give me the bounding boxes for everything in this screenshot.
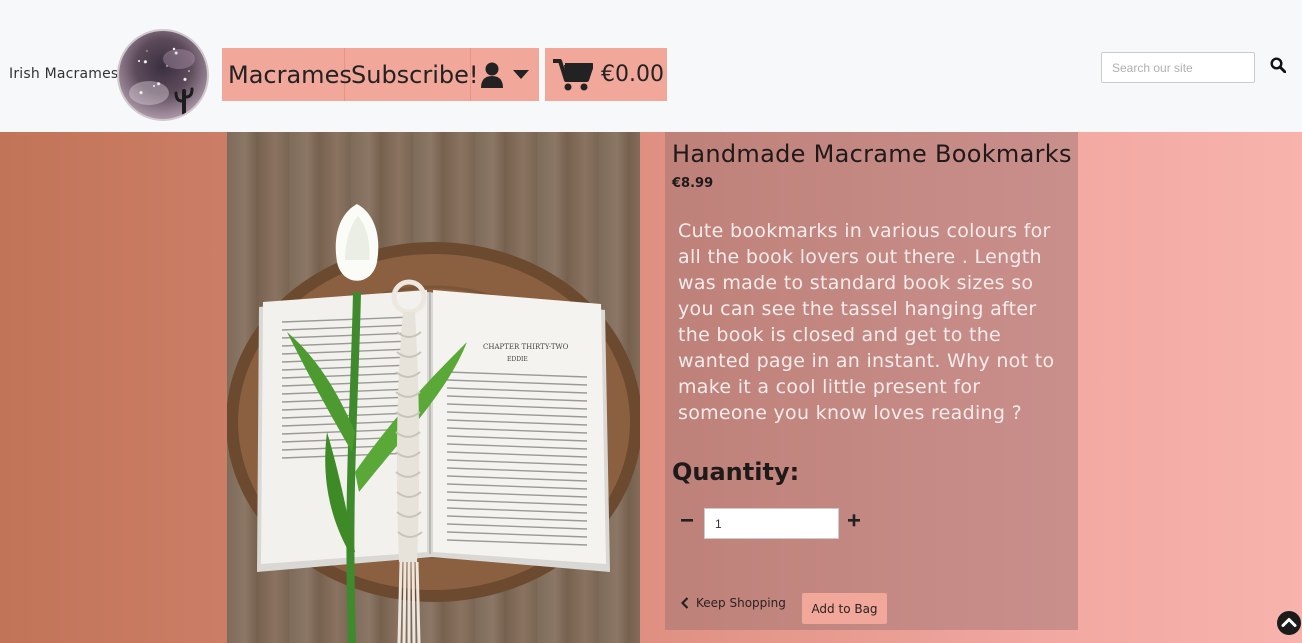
search-icon[interactable] — [1270, 57, 1286, 73]
user-icon — [481, 62, 503, 88]
cactus-icon — [129, 47, 195, 115]
search-input[interactable] — [1101, 52, 1255, 83]
product-title: Handmade Macrame Bookmarks — [672, 140, 1072, 168]
product-description: Cute bookmarks in various colours for al… — [678, 220, 1055, 424]
brand-name[interactable]: Irish Macrames — [9, 66, 118, 82]
product-price: €8.99 — [672, 176, 714, 191]
book-chapter-sub: EDDIE — [507, 356, 528, 363]
product-details: Handmade Macrame Bookmarks €8.99 Cute bo… — [665, 132, 1078, 630]
caret-down-icon — [513, 69, 529, 79]
chevron-circle-up-icon[interactable] — [1276, 610, 1302, 636]
shopping-cart-icon — [553, 58, 593, 90]
chevron-left-icon — [681, 597, 689, 609]
product-image: CHAPTER THIRTY-TWO EDDIE — [227, 132, 640, 643]
main-nav: Macrames Subscribe! — [222, 48, 539, 101]
nav-subscribe-link[interactable]: Subscribe! — [345, 48, 479, 101]
plus-icon[interactable] — [847, 512, 861, 528]
site-header: Irish Macrames Macrames Subscribe! €0.00… — [0, 0, 1302, 132]
logo-image[interactable] — [117, 29, 209, 121]
keep-shopping-link[interactable]: Keep Shopping — [681, 596, 786, 610]
book-chapter-heading: CHAPTER THIRTY-TWO — [483, 343, 569, 351]
quantity-label: Quantity: — [672, 458, 800, 486]
quantity-input[interactable] — [704, 508, 839, 539]
cart-button[interactable]: €0.00 — [545, 48, 667, 101]
keep-shopping-label: Keep Shopping — [696, 596, 786, 610]
product-photo: CHAPTER THIRTY-TWO EDDIE — [227, 204, 640, 643]
add-to-bag-button[interactable]: Add to Bag — [802, 593, 887, 624]
account-menu-toggle[interactable] — [471, 48, 539, 101]
cart-total: €0.00 — [601, 62, 664, 87]
minus-icon[interactable] — [680, 512, 694, 528]
nav-macrames-link[interactable]: Macrames — [222, 48, 352, 101]
